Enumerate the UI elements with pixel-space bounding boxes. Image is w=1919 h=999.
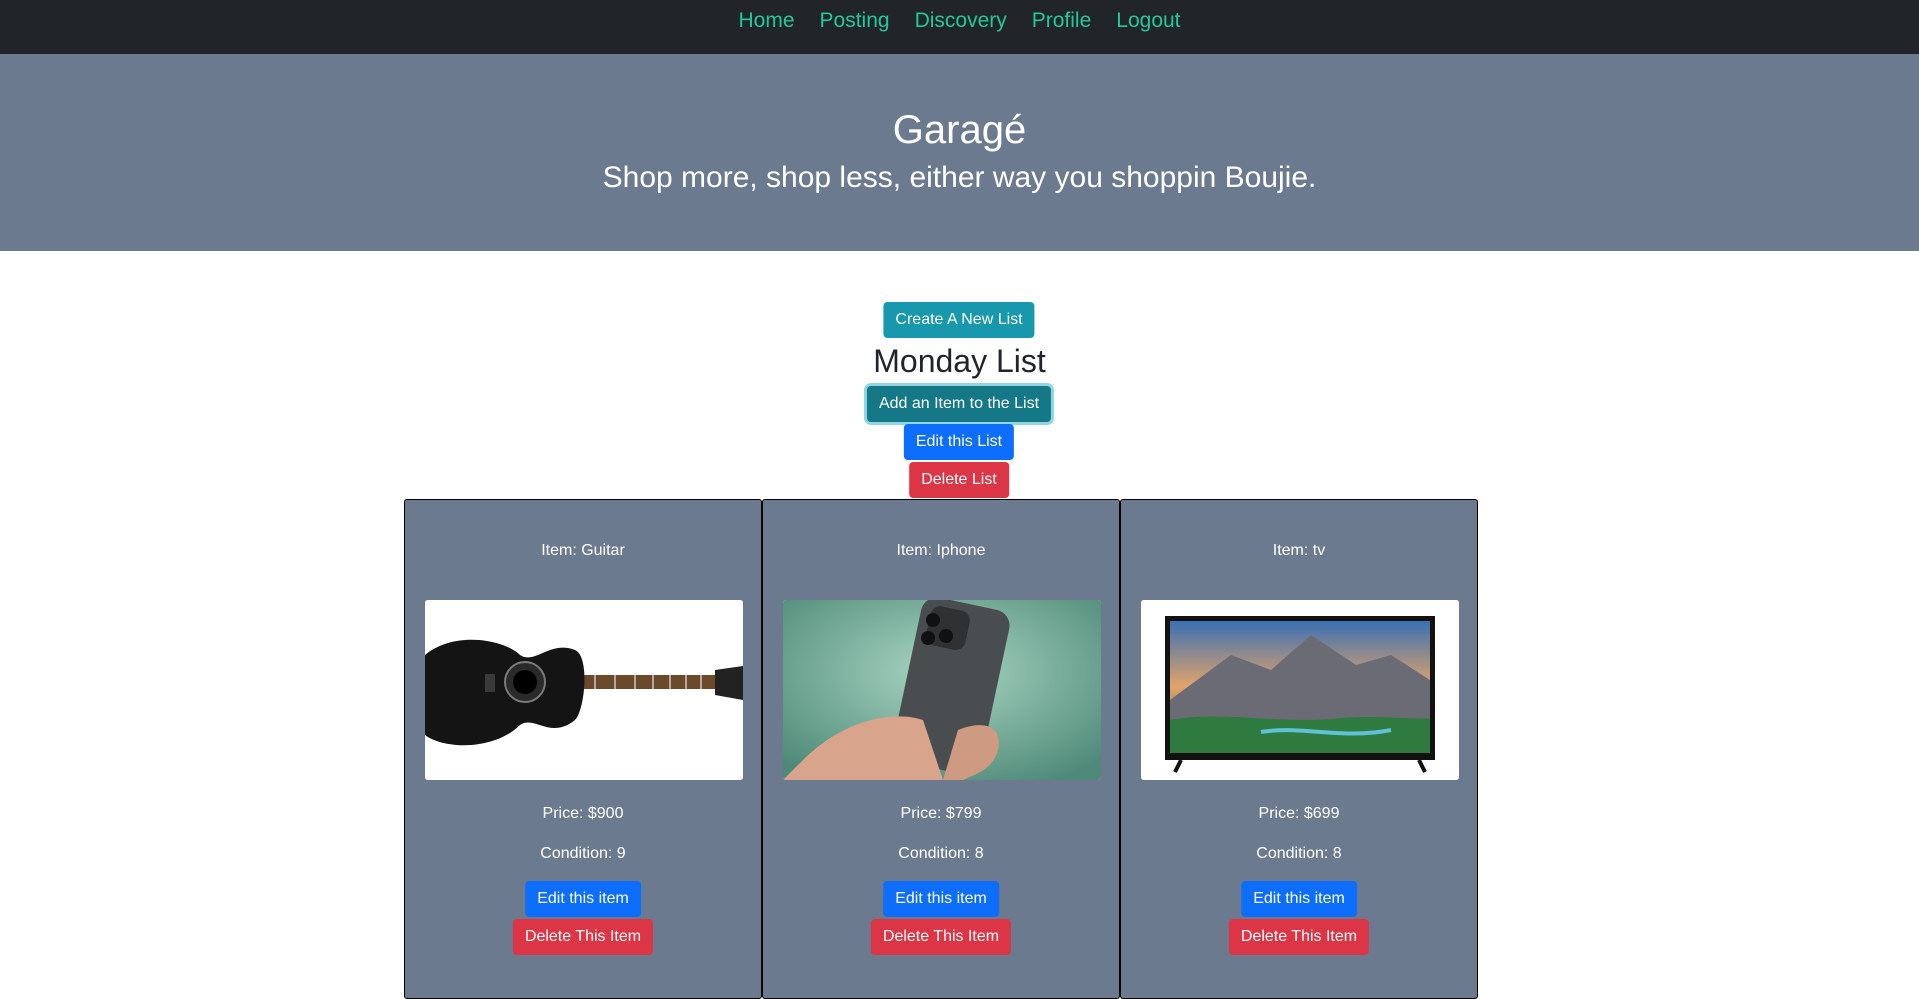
edit-list-button[interactable]: Edit this List: [903, 424, 1015, 460]
item-name: Item: Iphone: [896, 542, 986, 559]
site-tagline: Shop more, shop less, either way you sho…: [602, 161, 1317, 194]
nav-link-home[interactable]: Home: [738, 9, 794, 33]
item-condition: Condition: 8: [898, 845, 984, 862]
site-title: Garagé: [892, 108, 1027, 152]
item-card-guitar: Item: Guitar Price: $900 Condition: 9 Ed…: [404, 499, 762, 999]
delete-item-button[interactable]: Delete This Item: [512, 919, 654, 955]
create-list-button[interactable]: Create A New List: [883, 302, 1035, 338]
item-condition: Condition: 8: [1256, 845, 1342, 862]
iphone-image: [783, 600, 1101, 780]
item-price: Price: $799: [900, 805, 982, 822]
list-controls: Create A New List Monday List Add an Ite…: [0, 251, 1919, 501]
delete-item-button[interactable]: Delete This Item: [1228, 919, 1370, 955]
item-price: Price: $900: [542, 805, 624, 822]
nav-link-logout[interactable]: Logout: [1116, 9, 1180, 33]
item-name: Item: Guitar: [541, 542, 625, 559]
guitar-image: [425, 600, 743, 780]
add-item-button[interactable]: Add an Item to the List: [866, 386, 1052, 422]
edit-item-button[interactable]: Edit this item: [883, 881, 999, 917]
delete-list-button[interactable]: Delete List: [909, 462, 1009, 498]
nav-link-discovery[interactable]: Discovery: [915, 9, 1007, 33]
list-title: Monday List: [873, 343, 1046, 379]
top-navbar: Home Posting Discovery Profile Logout: [0, 0, 1919, 54]
hero-banner: Garagé Shop more, shop less, either way …: [0, 54, 1919, 251]
edit-item-button[interactable]: Edit this item: [1241, 881, 1357, 917]
edit-item-button[interactable]: Edit this item: [525, 881, 641, 917]
nav-link-posting[interactable]: Posting: [820, 9, 890, 33]
item-card-iphone: Item: Iphone Price: $799 Condition: 8 Ed…: [762, 499, 1120, 999]
delete-item-button[interactable]: Delete This Item: [870, 919, 1012, 955]
item-condition: Condition: 9: [540, 845, 626, 862]
item-cards: Item: Guitar Price: $900 Condition: 9 Ed…: [404, 499, 1478, 999]
item-price: Price: $699: [1258, 805, 1340, 822]
nav-link-profile[interactable]: Profile: [1032, 9, 1092, 33]
tv-image: [1141, 600, 1459, 780]
item-name: Item: tv: [1272, 542, 1326, 559]
item-card-tv: Item: tv Price: $699 Condition: 8 Edit t…: [1120, 499, 1478, 999]
